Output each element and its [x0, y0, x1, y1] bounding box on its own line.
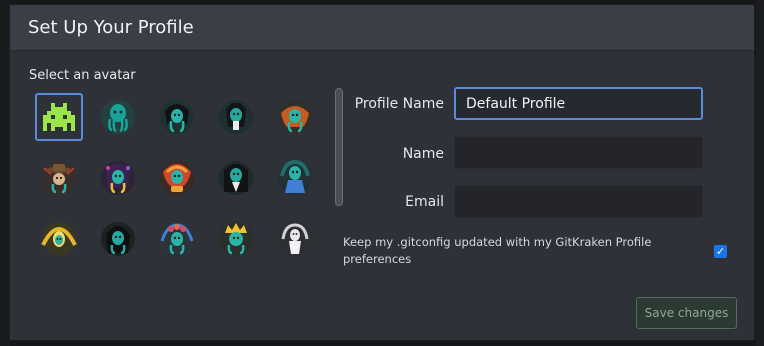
- kraken-yellow-hair-icon: [219, 222, 253, 256]
- kraken-suit-icon: [219, 161, 253, 195]
- email-label: Email: [405, 194, 444, 210]
- avatar-kraken-white-robe[interactable]: [271, 215, 319, 263]
- gitconfig-checkbox[interactable]: ✓: [714, 245, 727, 258]
- kraken-orange-icon: [278, 100, 312, 134]
- background-right-strip: [756, 0, 764, 346]
- space-invader-icon: [39, 97, 79, 137]
- avatar-kraken-cowboy[interactable]: [35, 154, 83, 202]
- avatar-kraken-gold[interactable]: [35, 215, 83, 263]
- avatar-kraken-black-hood[interactable]: [94, 215, 142, 263]
- profile-name-label: Profile Name: [354, 96, 444, 112]
- checkmark-icon: ✓: [715, 245, 726, 258]
- kraken-cowboy-icon: [42, 161, 76, 195]
- profile-name-input[interactable]: [454, 87, 703, 120]
- gitconfig-checkbox-label: Keep my .gitconfig updated with my GitKr…: [343, 235, 652, 266]
- kraken-black-hood-icon: [101, 222, 135, 256]
- avatar-grid: [35, 93, 325, 263]
- kraken-teal-icon: [101, 100, 135, 134]
- modal-title: Set Up Your Profile: [28, 17, 194, 38]
- modal-header: Set Up Your Profile: [10, 5, 754, 51]
- kraken-fire-icon: [160, 161, 194, 195]
- avatar-kraken-flower[interactable]: [153, 215, 201, 263]
- kraken-white-robe-icon: [278, 222, 312, 256]
- kraken-gold-icon: [41, 222, 77, 256]
- avatar-kraken-skull[interactable]: [212, 93, 260, 141]
- kraken-wizard-icon: [101, 161, 135, 195]
- avatar-kraken-yellow-hair[interactable]: [212, 215, 260, 263]
- avatar-kraken-blue-dress[interactable]: [271, 154, 319, 202]
- name-label: Name: [402, 146, 444, 162]
- avatar-scrollbar[interactable]: [335, 88, 343, 206]
- avatar-kraken-orange[interactable]: [271, 93, 319, 141]
- avatar-space-invader[interactable]: [35, 93, 83, 141]
- kraken-skull-icon: [219, 100, 253, 134]
- name-input[interactable]: [454, 136, 703, 169]
- avatar-kraken-wizard[interactable]: [94, 154, 142, 202]
- kraken-blue-dress-icon: [278, 159, 312, 195]
- kraken-dark-hair-icon: [160, 100, 194, 134]
- kraken-flower-icon: [160, 222, 194, 256]
- avatar-kraken-dark-hair[interactable]: [153, 93, 201, 141]
- save-changes-button[interactable]: Save changes: [636, 297, 737, 329]
- avatar-kraken-fire[interactable]: [153, 154, 201, 202]
- profile-setup-modal: Set Up Your Profile Select an avatar Pro…: [9, 4, 755, 341]
- avatar-kraken-teal[interactable]: [94, 93, 142, 141]
- avatar-kraken-suit[interactable]: [212, 154, 260, 202]
- avatar-section-label: Select an avatar: [29, 68, 136, 83]
- email-input[interactable]: [454, 185, 703, 218]
